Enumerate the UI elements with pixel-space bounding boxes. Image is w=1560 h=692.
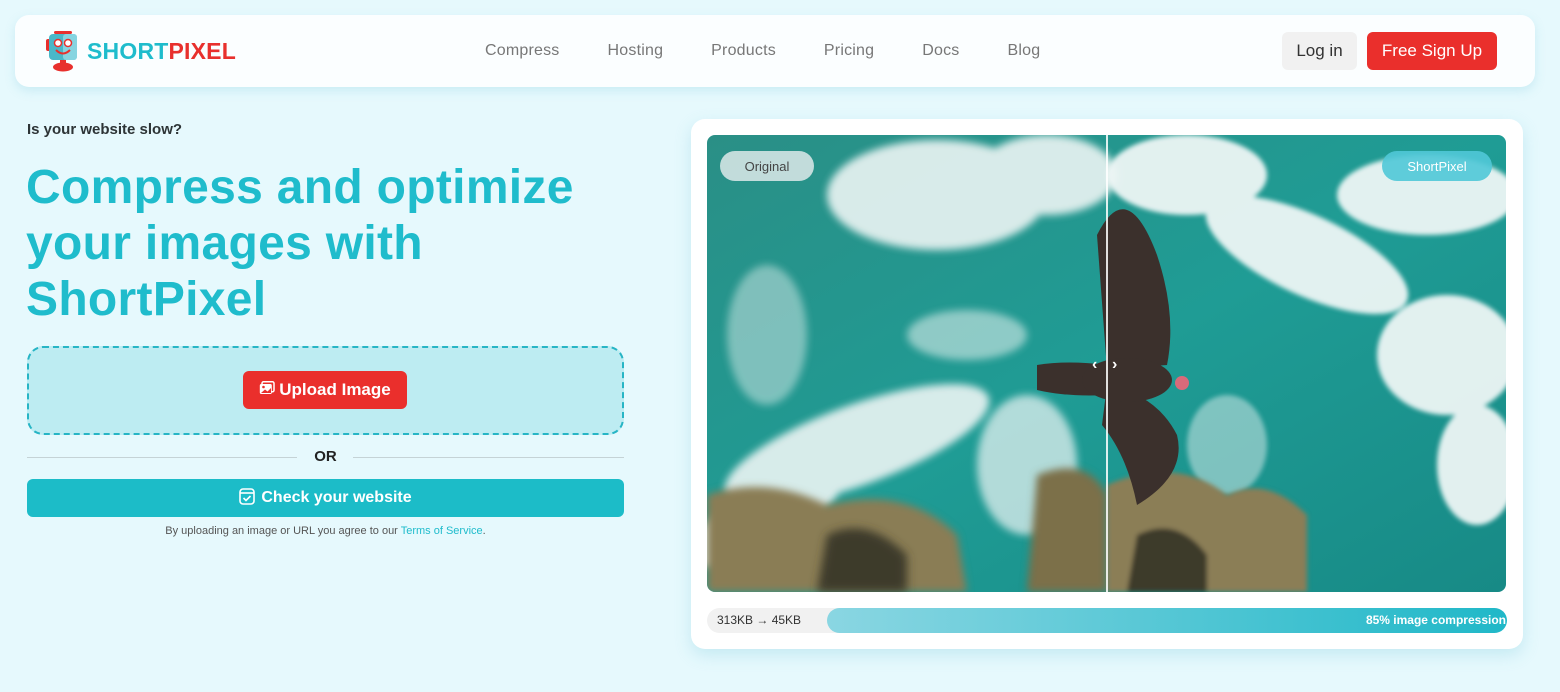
nav-item-pricing[interactable]: Pricing: [824, 42, 874, 60]
main-nav: Compress Hosting Products Pricing Docs B…: [485, 15, 1040, 87]
chevron-left-icon: ‹: [1092, 356, 1098, 373]
image-icon: [259, 380, 276, 400]
logo-text-pixel: PIXEL: [168, 37, 236, 64]
signup-button[interactable]: Free Sign Up: [1367, 32, 1497, 70]
comparison-slider-handle[interactable]: [1106, 135, 1108, 592]
nav-item-products[interactable]: Products: [711, 42, 776, 60]
terms-suffix: .: [482, 525, 486, 537]
nav-item-hosting[interactable]: Hosting: [608, 42, 664, 60]
original-badge: Original: [720, 151, 814, 181]
terms-prefix: By uploading an image or URL you agree t…: [165, 525, 401, 537]
size-change-text: 313KB → 45KB: [717, 613, 802, 627]
hero-title-line: ShortPixel: [26, 273, 267, 326]
hero-title-line: Compress and optimize: [26, 161, 574, 214]
check-website-label: Check your website: [261, 489, 412, 506]
shortpixel-badge: ShortPixel: [1382, 151, 1492, 181]
terms-of-service-link[interactable]: Terms of Service: [401, 525, 483, 537]
divider-line: [353, 457, 624, 458]
nav-item-blog[interactable]: Blog: [1008, 42, 1041, 60]
upload-image-button[interactable]: Upload Image: [243, 371, 407, 409]
logo-text: SHORTPIXEL: [87, 38, 236, 65]
hero-eyebrow: Is your website slow?: [27, 121, 183, 138]
upload-image-label: Upload Image: [279, 380, 391, 399]
hero-title: Compress and optimize your images with S…: [26, 160, 666, 328]
terms-notice: By uploading an image or URL you agree t…: [27, 525, 624, 537]
robot-logo-icon: [45, 29, 81, 73]
site-header: SHORTPIXEL Compress Hosting Products Pri…: [15, 15, 1535, 87]
nav-item-compress[interactable]: Compress: [485, 42, 560, 60]
nav-item-docs[interactable]: Docs: [922, 42, 959, 60]
compression-label: 85% image compression: [1365, 613, 1506, 627]
login-button[interactable]: Log in: [1282, 32, 1357, 70]
logo[interactable]: SHORTPIXEL: [45, 29, 236, 73]
check-website-button[interactable]: Check your website: [27, 479, 624, 517]
logo-text-short: SHORT: [87, 37, 169, 64]
calendar-check-icon: [239, 487, 256, 510]
hero-title-line: your images with: [26, 217, 423, 270]
or-divider: OR: [27, 446, 624, 468]
chevron-right-icon: ›: [1112, 356, 1118, 373]
